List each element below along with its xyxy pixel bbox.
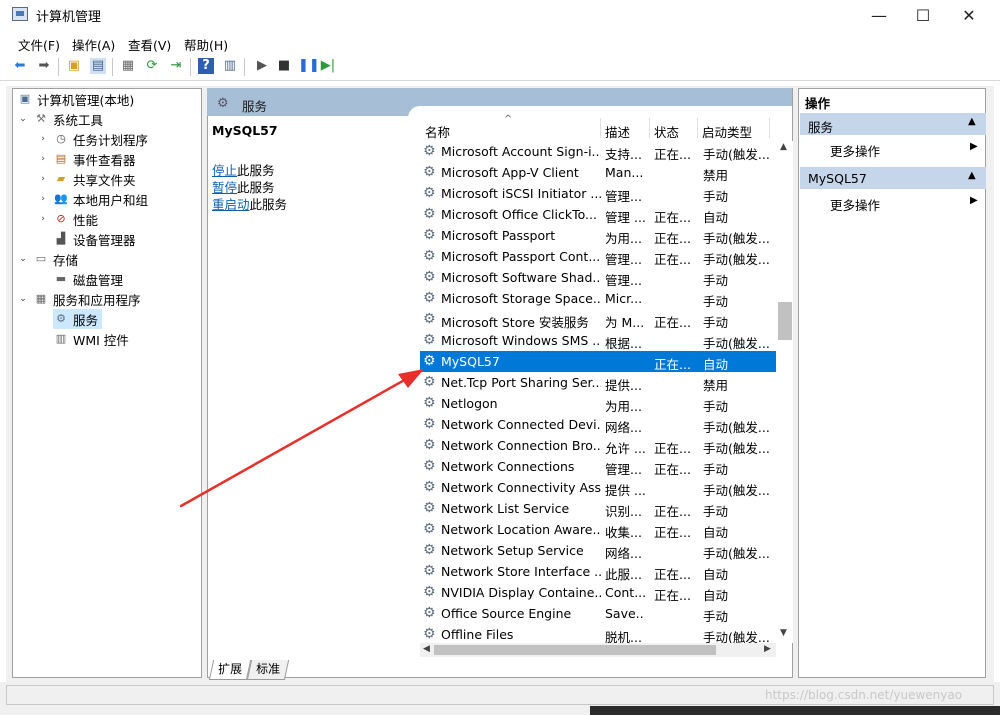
annotation-arrow	[179, 369, 424, 508]
